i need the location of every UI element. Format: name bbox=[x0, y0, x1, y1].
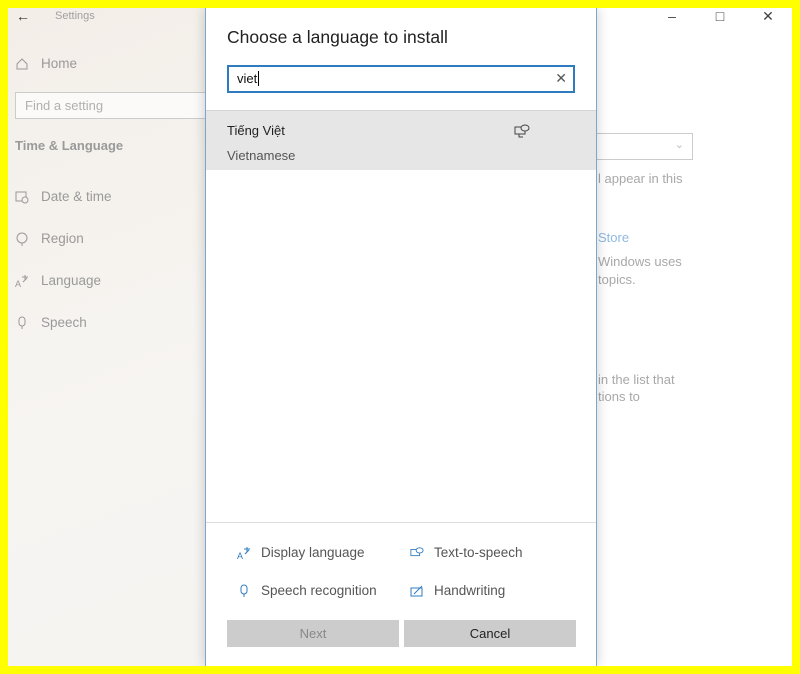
feature-display-language: A Display language bbox=[237, 545, 365, 560]
handwriting-icon bbox=[410, 585, 423, 596]
nav-language[interactable]: A Language bbox=[15, 273, 101, 288]
language-search-input[interactable]: viet ✕ bbox=[227, 65, 575, 93]
window-controls: – □ ✕ bbox=[648, 8, 792, 24]
dialog-footer: A Display language Text-to-speech Speech… bbox=[206, 522, 596, 666]
nav-region[interactable]: Region bbox=[15, 231, 84, 246]
display-language-icon: A bbox=[237, 546, 250, 560]
globe-icon bbox=[16, 232, 28, 246]
store-link[interactable]: Store bbox=[598, 229, 629, 246]
nav-home-label: Home bbox=[41, 56, 78, 71]
home-icon bbox=[16, 57, 28, 69]
svg-text:A: A bbox=[237, 551, 243, 560]
nav-label: Date & time bbox=[41, 189, 112, 204]
find-setting-input[interactable]: Find a setting bbox=[15, 92, 215, 119]
nav-date-time[interactable]: Date & time bbox=[15, 189, 112, 204]
maximize-icon[interactable]: □ bbox=[696, 8, 744, 24]
feature-label: Display language bbox=[261, 545, 365, 560]
text-to-speech-icon bbox=[514, 124, 530, 138]
nav-label: Language bbox=[41, 273, 102, 288]
background-text: tions to bbox=[598, 389, 640, 404]
language-dialog: Choose a language to install viet ✕ Tiến… bbox=[205, 8, 597, 666]
microphone-icon bbox=[240, 584, 248, 597]
clear-icon[interactable]: ✕ bbox=[555, 70, 567, 87]
language-result-item[interactable]: Tiếng Việt Vietnamese bbox=[206, 110, 596, 170]
text-to-speech-icon bbox=[410, 546, 424, 556]
minimize-icon[interactable]: – bbox=[648, 8, 696, 24]
cancel-button[interactable]: Cancel bbox=[404, 620, 576, 647]
language-name: Tiếng Việt bbox=[227, 123, 285, 138]
window-title: Settings bbox=[55, 10, 95, 22]
back-arrow-icon[interactable]: ← bbox=[16, 8, 30, 24]
close-icon[interactable]: ✕ bbox=[744, 8, 792, 24]
feature-label: Text-to-speech bbox=[434, 545, 523, 560]
background-text: Windows uses bbox=[598, 254, 682, 269]
feature-text-to-speech: Text-to-speech bbox=[410, 545, 523, 560]
calendar-clock-icon bbox=[15, 191, 29, 203]
next-button[interactable]: Next bbox=[227, 620, 399, 647]
section-heading: Time & Language bbox=[15, 138, 124, 153]
feature-speech-recognition: Speech recognition bbox=[237, 583, 377, 598]
language-icon: A bbox=[15, 274, 28, 288]
language-english-name: Vietnamese bbox=[227, 148, 296, 163]
feature-label: Speech recognition bbox=[261, 583, 377, 598]
svg-text:A: A bbox=[15, 279, 21, 288]
nav-speech[interactable]: Speech bbox=[15, 315, 87, 330]
background-text: in the list that bbox=[598, 372, 675, 387]
sidebar: ← Settings Home Find a setting Time & La… bbox=[8, 8, 215, 666]
feature-label: Handwriting bbox=[434, 583, 506, 598]
background-text: l appear in this bbox=[598, 171, 683, 186]
dialog-title: Choose a language to install bbox=[227, 27, 448, 47]
settings-window: ← Settings Home Find a setting Time & La… bbox=[8, 8, 792, 666]
nav-home[interactable]: Home bbox=[15, 56, 77, 71]
microphone-icon bbox=[18, 316, 26, 329]
nav-label: Speech bbox=[41, 315, 87, 330]
background-text: topics. bbox=[598, 272, 636, 287]
feature-handwriting: Handwriting bbox=[410, 583, 505, 598]
chevron-down-icon: ⌄ bbox=[674, 139, 684, 151]
search-value: viet bbox=[237, 71, 258, 86]
nav-label: Region bbox=[41, 231, 84, 246]
